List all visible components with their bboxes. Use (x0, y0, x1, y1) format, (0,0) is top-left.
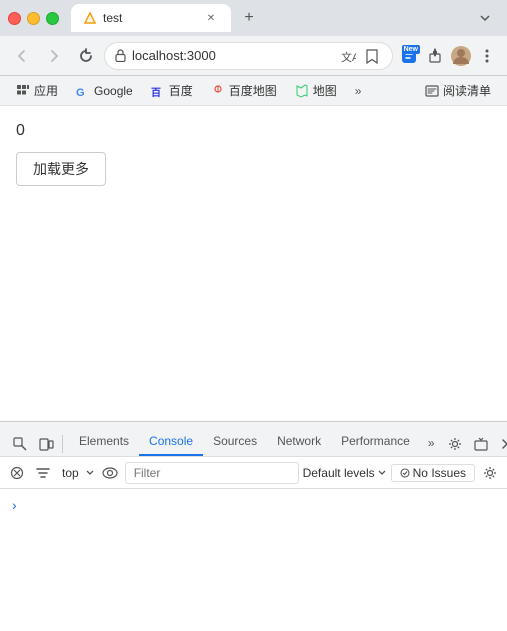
bookmark-map[interactable]: 地图 (287, 80, 345, 101)
svg-text:!: ! (89, 18, 90, 24)
tab-sources[interactable]: Sources (203, 428, 267, 456)
devtools-divider (62, 435, 63, 453)
console-levels-label: Default levels (303, 466, 375, 480)
new-tab-button[interactable]: + (235, 4, 263, 32)
bookmark-baidu-label: 百度 (169, 82, 193, 99)
translate-icon[interactable]: 文A (338, 46, 358, 66)
devtools-tabs-list: Elements Console Sources Network Perform… (69, 428, 443, 456)
console-filter-toggle[interactable] (32, 462, 54, 484)
bookmark-apps[interactable]: 应用 (8, 80, 66, 101)
address-actions: 文A (338, 46, 382, 66)
traffic-lights (8, 12, 59, 25)
tab-favicon: ! (83, 11, 97, 25)
no-issues-text: No Issues (413, 466, 466, 480)
prompt-arrow-icon: › (12, 497, 17, 513)
devtools-dock-button[interactable] (469, 432, 493, 456)
reader-list-button[interactable]: 阅读清单 (417, 80, 499, 101)
tab-elements[interactable]: Elements (69, 428, 139, 456)
chrome-menu-button[interactable] (475, 44, 499, 68)
devtools-panel: Elements Console Sources Network Perform… (0, 421, 507, 631)
bookmark-apps-label: 应用 (34, 82, 58, 99)
tab-menu-button[interactable] (471, 4, 499, 32)
maximize-button[interactable] (46, 12, 59, 25)
devtools-icon-buttons (4, 432, 69, 456)
svg-text:文A: 文A (341, 50, 356, 64)
reload-button[interactable] (72, 42, 100, 70)
bookmarks-more-button[interactable]: » (349, 82, 368, 100)
console-eye-icon[interactable] (99, 462, 121, 484)
devtools-inspect-element-icon[interactable] (8, 432, 32, 456)
title-bar: ! test ✕ + (0, 0, 507, 36)
devtools-action-buttons (443, 432, 507, 456)
svg-text:百: 百 (151, 87, 161, 98)
tab-close-button[interactable]: ✕ (203, 10, 219, 26)
bookmark-baidu[interactable]: 百 百度 (143, 80, 201, 101)
bookmark-icon[interactable] (362, 46, 382, 66)
new-badge: New (402, 45, 420, 54)
close-button[interactable] (8, 12, 21, 25)
svg-text:G: G (76, 87, 85, 98)
bookmark-map-label: 地图 (313, 82, 337, 99)
console-content: › (0, 489, 507, 631)
extension-new-icon[interactable]: New (397, 44, 421, 68)
console-levels-selector[interactable]: Default levels (303, 466, 387, 480)
browser-window: ! test ✕ + localhost:3000 (0, 0, 507, 631)
console-filter-input[interactable] (125, 462, 299, 484)
devtools-close-button[interactable] (495, 432, 507, 456)
console-clear-button[interactable] (6, 462, 28, 484)
console-context-selector[interactable]: top (58, 465, 95, 481)
extensions-puzzle-icon[interactable] (423, 44, 447, 68)
page-body: 0 加载更多 (0, 106, 507, 421)
counter-display: 0 (16, 122, 491, 140)
devtools-settings-button[interactable] (443, 432, 467, 456)
bookmark-baidu-map[interactable]: 百度地图 (203, 80, 285, 101)
user-avatar[interactable] (449, 44, 473, 68)
tab-performance[interactable]: Performance (331, 428, 420, 456)
tab-console[interactable]: Console (139, 428, 203, 456)
url-text: localhost:3000 (132, 48, 332, 63)
devtools-device-mode-icon[interactable] (34, 432, 58, 456)
forward-button[interactable] (40, 42, 68, 70)
tab-title-text: test (103, 11, 197, 25)
bookmark-baidu-map-label: 百度地图 (229, 82, 277, 99)
address-bar[interactable]: localhost:3000 文A (104, 42, 393, 70)
console-toolbar: top Default levels No Issues (0, 457, 507, 489)
devtools-more-tabs[interactable]: » (420, 430, 443, 456)
active-tab[interactable]: ! test ✕ (71, 4, 231, 32)
security-icon (115, 49, 126, 62)
load-more-button[interactable]: 加载更多 (16, 152, 106, 186)
extension-icons: New (397, 44, 499, 68)
bookmark-google[interactable]: G Google (68, 82, 141, 100)
console-context-label: top (58, 465, 83, 481)
tab-network[interactable]: Network (267, 428, 331, 456)
bookmark-google-label: Google (94, 84, 133, 98)
page-content: 0 加载更多 Elements Console S (0, 106, 507, 631)
console-prompt-line: › (4, 493, 503, 517)
console-no-issues: No Issues (391, 464, 475, 482)
back-button[interactable] (8, 42, 36, 70)
minimize-button[interactable] (27, 12, 40, 25)
bookmarks-bar: 应用 G Google 百 百度 百度地图 地图 » 阅读清单 (0, 76, 507, 106)
nav-bar: localhost:3000 文A New (0, 36, 507, 76)
console-settings-button[interactable] (479, 462, 501, 484)
reader-list-label: 阅读清单 (443, 82, 491, 99)
tab-bar: ! test ✕ + (71, 4, 499, 32)
devtools-tab-bar: Elements Console Sources Network Perform… (0, 422, 507, 457)
